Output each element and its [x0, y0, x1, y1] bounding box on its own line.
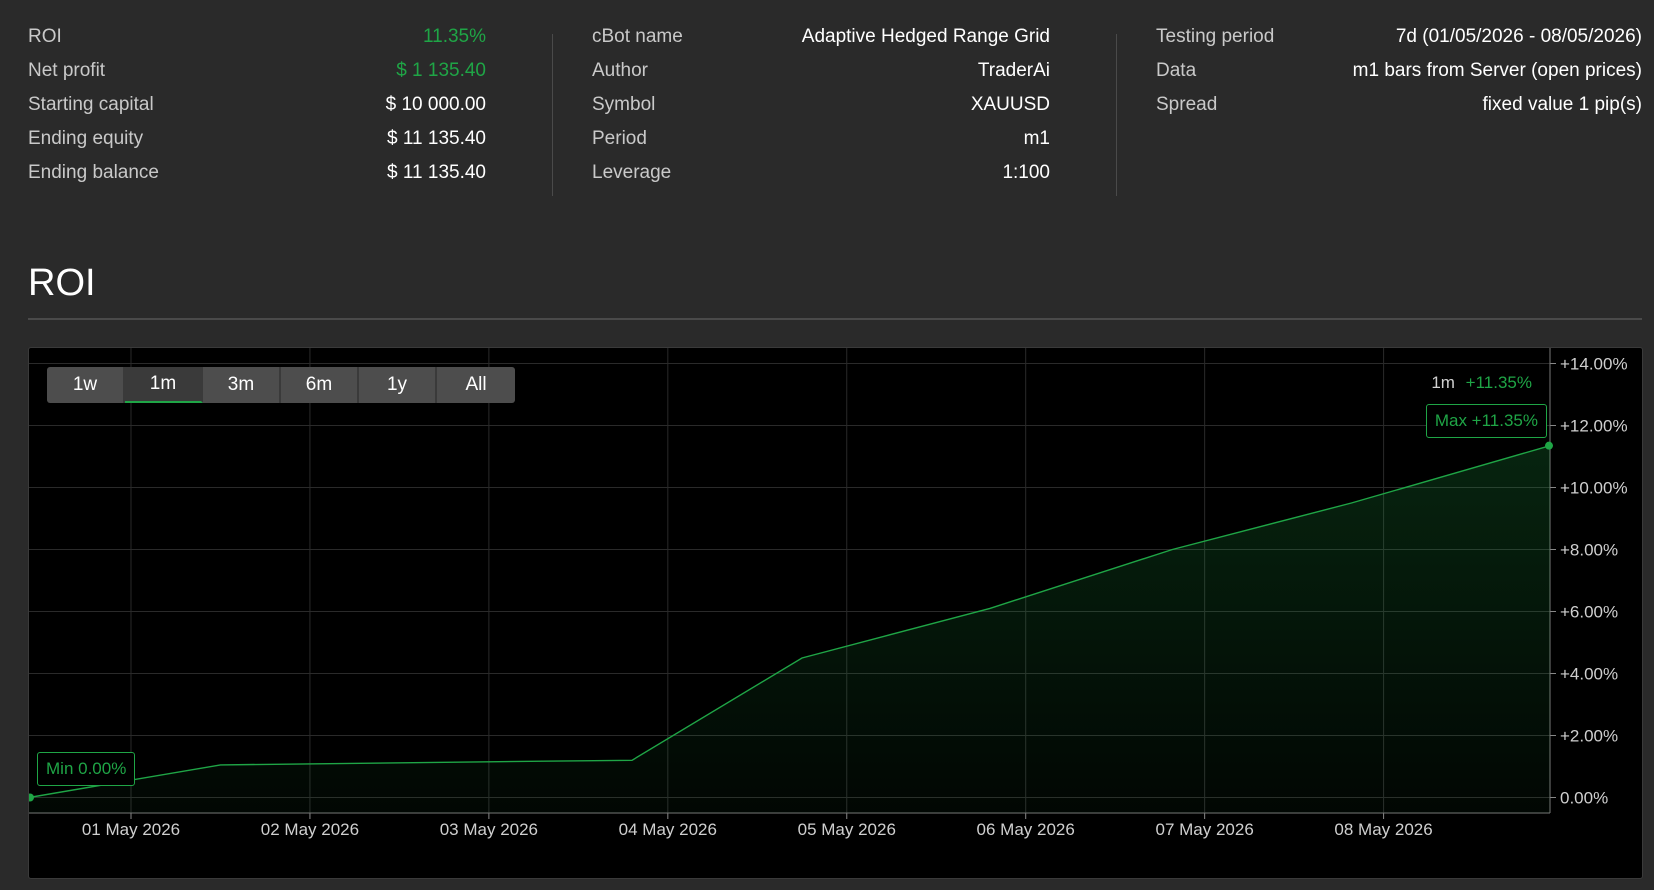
range-selector: 1w 1m 3m 6m 1y All — [47, 367, 515, 403]
x-tick-label: 02 May 2026 — [261, 820, 359, 839]
x-tick-label: 08 May 2026 — [1334, 820, 1432, 839]
stat-row: Symbol XAUUSD — [592, 94, 1050, 130]
stat-label: Starting capital — [28, 94, 154, 115]
stat-value: 11.35% — [422, 26, 486, 47]
range-button-all[interactable]: All — [437, 367, 515, 403]
stat-label: Period — [592, 128, 647, 149]
stat-label: Symbol — [592, 94, 656, 115]
stat-value: 1:100 — [1002, 162, 1050, 183]
stat-value: Adaptive Hedged Range Grid — [801, 26, 1050, 47]
roi-chart-svg: 0.00% +2.00% +4.00% +6.00% +8.00% +10.00% +12.… — [29, 348, 1628, 839]
y-tick-label: +12.00% — [1560, 417, 1628, 436]
selection-value: +11.35% — [1465, 373, 1532, 392]
y-tick-label: 0.00% — [1560, 789, 1608, 808]
stat-row: Author TraderAi — [592, 60, 1050, 96]
stat-row: Testing period 7d (01/05/2026 - 08/05/202… — [1156, 26, 1642, 62]
stat-value: 7d (01/05/2026 - 08/05/2026) — [1395, 26, 1642, 47]
stat-value: TraderAi — [977, 60, 1050, 81]
stat-value: $ 11 135.40 — [387, 128, 486, 149]
stat-value: m1 — [1023, 128, 1050, 149]
stat-label: Net profit — [28, 60, 106, 81]
y-tick-label: +4.00% — [1560, 665, 1618, 684]
stat-label: cBot name — [592, 26, 683, 47]
column-divider — [552, 34, 553, 196]
range-button-1m[interactable]: 1m — [125, 367, 203, 403]
stat-label: Spread — [1156, 94, 1218, 115]
stat-row: Data m1 bars from Server (open prices) — [1156, 60, 1642, 96]
stat-label: Testing period — [1156, 26, 1275, 47]
stat-value: $ 1 135.40 — [396, 60, 486, 81]
stat-value: fixed value 1 pip(s) — [1482, 94, 1642, 115]
stat-label: Ending equity — [28, 128, 144, 149]
range-button-6m[interactable]: 6m — [281, 367, 359, 403]
stat-row: ROI 11.35% — [28, 26, 486, 62]
stat-value: $ 11 135.40 — [387, 162, 486, 183]
x-tick-label: 03 May 2026 — [440, 820, 538, 839]
stat-label: ROI — [28, 26, 62, 47]
stat-row: Leverage 1:100 — [592, 162, 1050, 198]
y-tick-label: +10.00% — [1560, 479, 1628, 498]
y-tick-label: +14.00% — [1560, 355, 1628, 374]
range-button-1w[interactable]: 1w — [47, 367, 125, 403]
range-button-3m[interactable]: 3m — [203, 367, 281, 403]
x-tick-label: 05 May 2026 — [798, 820, 896, 839]
stat-label: Leverage — [592, 162, 672, 183]
x-tick-label: 07 May 2026 — [1155, 820, 1253, 839]
x-tick-label: 01 May 2026 — [82, 820, 180, 839]
stat-value: m1 bars from Server (open prices) — [1352, 60, 1642, 81]
roi-area — [29, 445, 1550, 813]
stat-row: Ending balance $ 11 135.40 — [28, 162, 486, 198]
x-tick-label: 04 May 2026 — [619, 820, 717, 839]
stat-row: cBot name Adaptive Hedged Range Grid — [592, 26, 1050, 62]
stat-row: Period m1 — [592, 128, 1050, 164]
roi-chart: 0.00% +2.00% +4.00% +6.00% +8.00% +10.00% +12.… — [28, 347, 1643, 879]
stat-row: Starting capital $ 10 000.00 — [28, 94, 486, 130]
stat-label: Author — [592, 60, 648, 81]
stat-value: XAUUSD — [970, 94, 1050, 115]
stat-row: Spread fixed value 1 pip(s) — [1156, 94, 1642, 130]
max-point — [1545, 441, 1553, 450]
column-divider — [1116, 34, 1117, 196]
section-title: ROI — [28, 262, 96, 304]
stat-value: $ 10 000.00 — [385, 94, 486, 115]
stat-row: Net profit $ 1 135.40 — [28, 60, 486, 96]
y-tick-label: +6.00% — [1560, 603, 1618, 622]
selection-info: 1m +11.35% — [1431, 373, 1532, 393]
y-tick-label: +8.00% — [1560, 541, 1618, 560]
max-tag: Max +11.35% — [1425, 404, 1547, 438]
x-tick-label: 06 May 2026 — [977, 820, 1075, 839]
stat-label: Data — [1156, 60, 1197, 81]
selection-period: 1m — [1431, 373, 1455, 392]
y-tick-label: +2.00% — [1560, 727, 1618, 746]
stats-panel: ROI 11.35% Net profit $ 1 135.40 Starting ca… — [28, 26, 1642, 196]
section-divider — [28, 318, 1642, 320]
stat-label: Ending balance — [28, 162, 159, 183]
range-button-1y[interactable]: 1y — [359, 367, 437, 403]
min-tag: Min 0.00% — [37, 752, 136, 786]
stat-row: Ending equity $ 11 135.40 — [28, 128, 486, 164]
